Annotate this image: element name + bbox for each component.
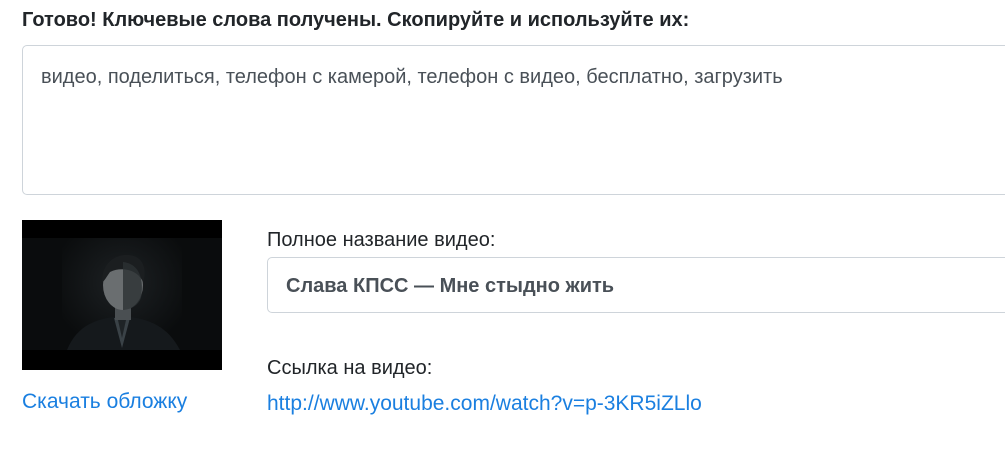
thumbnail-image [22,220,222,370]
video-thumbnail [22,220,222,370]
full-title-label: Полное название видео: [267,229,496,251]
download-cover-link[interactable]: Скачать обложку [22,390,187,414]
keywords-result-page: Готово! Ключевые слова получены. Скопиру… [0,0,1005,458]
full-title-field[interactable]: Слава КПСС — Мне стыдно жить [267,257,1005,313]
result-heading: Готово! Ключевые слова получены. Скопиру… [22,9,690,31]
video-link-label: Ссылка на видео: [267,357,433,379]
video-url-link[interactable]: http://www.youtube.com/watch?v=p-3KR5iZL… [267,392,702,416]
keywords-textarea[interactable]: видео, поделиться, телефон с камерой, те… [22,45,1005,195]
